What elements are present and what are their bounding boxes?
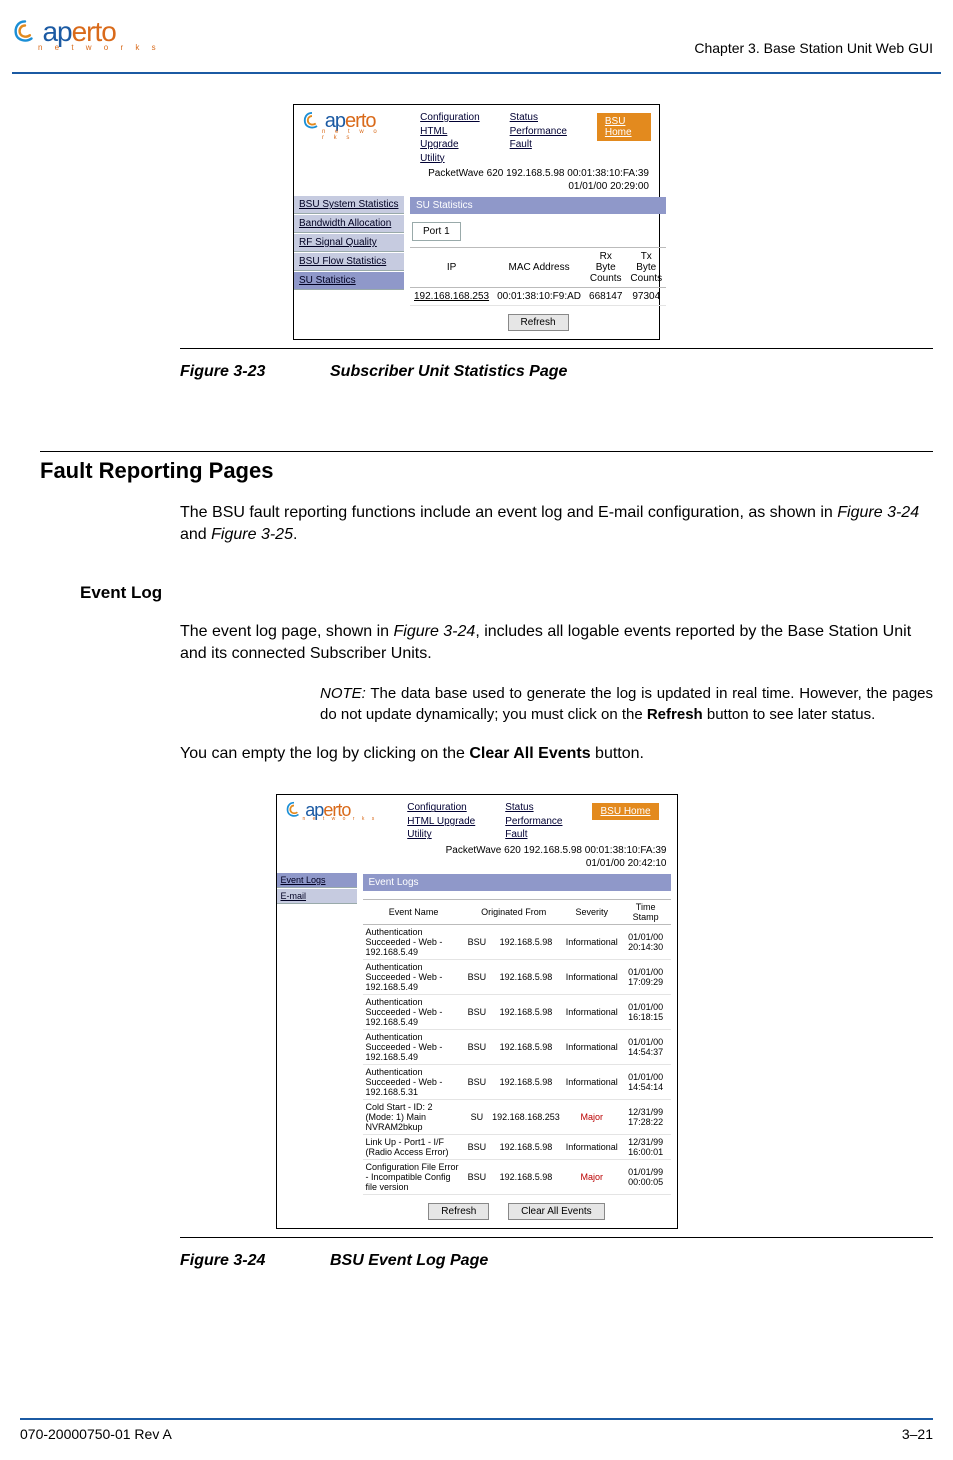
figure-3-24-screenshot: aperto n e t w o r k s Configuration HTM… (276, 794, 678, 1229)
table-row: Configuration File Error - Incompatible … (363, 1159, 671, 1194)
table-row: Cold Start - ID: 2 (Mode: 1) Main NVRAM2… (363, 1099, 671, 1134)
bsu-home-button[interactable]: BSU Home (592, 803, 658, 820)
nav-html-upgrade[interactable]: HTML Upgrade (420, 125, 479, 152)
clear-all-events-button[interactable]: Clear All Events (508, 1203, 605, 1220)
aperto-logo: aperto n e t w o r k s (302, 111, 390, 141)
nav-status[interactable]: Status (505, 801, 562, 815)
heading-fault-reporting: Fault Reporting Pages (40, 451, 933, 484)
page-number: 3–21 (902, 1426, 933, 1442)
nav-configuration[interactable]: Configuration (420, 111, 479, 125)
doc-id: 070-20000750-01 Rev A (20, 1426, 172, 1442)
sidebar-item-email[interactable]: E-mail (277, 888, 357, 904)
figure-3-23-screenshot: aperto n e t w o r k s Configuration HTM… (293, 104, 660, 340)
figure-rule (180, 1237, 933, 1238)
col-originated-from: Originated From (465, 899, 563, 924)
nav-performance[interactable]: Performance (505, 815, 562, 829)
sidebar-item-rf-signal[interactable]: RF Signal Quality (294, 233, 404, 252)
swirl-icon (12, 19, 38, 45)
col-ip: IP (410, 248, 493, 288)
nav-configuration[interactable]: Configuration (407, 801, 475, 815)
nav-utility[interactable]: Utility (420, 152, 479, 166)
sidebar-item-event-logs[interactable]: Event Logs (277, 872, 357, 888)
device-info-line2: 01/01/00 20:29:00 (294, 180, 649, 193)
table-row: Authentication Succeeded - Web - 192.168… (363, 959, 671, 994)
table-row: 192.168.168.253 00:01:38:10:F9:AD 668147… (410, 288, 666, 306)
col-tx: Tx Byte Counts (626, 248, 666, 288)
device-info-line1: PacketWave 620 192.168.5.98 00:01:38:10:… (294, 167, 649, 180)
para-event-log-2: You can empty the log by clicking on the… (180, 743, 933, 765)
aperto-logo: aperto n e t w o r k s (12, 18, 161, 52)
panel-title: Event Logs (363, 874, 671, 891)
nav-performance[interactable]: Performance (510, 125, 567, 139)
table-row: Authentication Succeeded - Web - 192.168… (363, 1029, 671, 1064)
refresh-button[interactable]: Refresh (508, 314, 569, 331)
nav-status[interactable]: Status (510, 111, 567, 125)
table-row: Authentication Succeeded - Web - 192.168… (363, 1064, 671, 1099)
table-row: Authentication Succeeded - Web - 192.168… (363, 994, 671, 1029)
nav-fault[interactable]: Fault (510, 138, 567, 152)
event-log-table: Event Name Originated From Severity Time… (363, 899, 671, 1195)
sidebar-item-bandwidth[interactable]: Bandwidth Allocation (294, 214, 404, 233)
sidebar-item-bsu-system-stats[interactable]: BSU System Statistics (294, 195, 404, 214)
port1-tab[interactable]: Port 1 (412, 222, 461, 241)
sidebar-item-bsu-flow[interactable]: BSU Flow Statistics (294, 252, 404, 271)
table-row: Link Up - Port1 - I/F (Radio Access Erro… (363, 1134, 671, 1159)
footer-rule (20, 1418, 933, 1420)
header-rule (12, 72, 941, 74)
col-timestamp: Time Stamp (621, 899, 671, 924)
heading-event-log: Event Log (80, 583, 933, 603)
nav-html-upgrade[interactable]: HTML Upgrade (407, 815, 475, 829)
chapter-title: Chapter 3. Base Station Unit Web GUI (694, 40, 933, 56)
aperto-logo: aperto n e t w o r k s (285, 801, 378, 822)
sidebar-item-su-stats[interactable]: SU Statistics (294, 271, 404, 290)
figure-3-24-caption: Figure 3-24BSU Event Log Page (180, 1252, 933, 1270)
refresh-button[interactable]: Refresh (428, 1203, 489, 1220)
col-rx: Rx Byte Counts (585, 248, 626, 288)
table-row: Authentication Succeeded - Web - 192.168… (363, 924, 671, 959)
bsu-home-button[interactable]: BSU Home (597, 113, 651, 141)
su-stats-table: IP MAC Address Rx Byte Counts Tx Byte Co… (410, 247, 666, 306)
nav-fault[interactable]: Fault (505, 828, 562, 842)
figure-3-23-caption: Figure 3-23Subscriber Unit Statistics Pa… (180, 363, 933, 381)
note-refresh: NOTE: The data base used to generate the… (320, 684, 933, 725)
device-info-line1: PacketWave 620 192.168.5.98 00:01:38:10:… (277, 844, 667, 857)
panel-title: SU Statistics (410, 197, 666, 214)
device-info-line2: 01/01/00 20:42:10 (277, 857, 667, 870)
col-event-name: Event Name (363, 899, 465, 924)
figure-rule (180, 348, 933, 349)
col-mac: MAC Address (493, 248, 585, 288)
para-event-log-1: The event log page, shown in Figure 3-24… (180, 621, 933, 664)
para-fault-intro: The BSU fault reporting functions includ… (180, 502, 933, 545)
col-severity: Severity (563, 899, 621, 924)
nav-utility[interactable]: Utility (407, 828, 475, 842)
